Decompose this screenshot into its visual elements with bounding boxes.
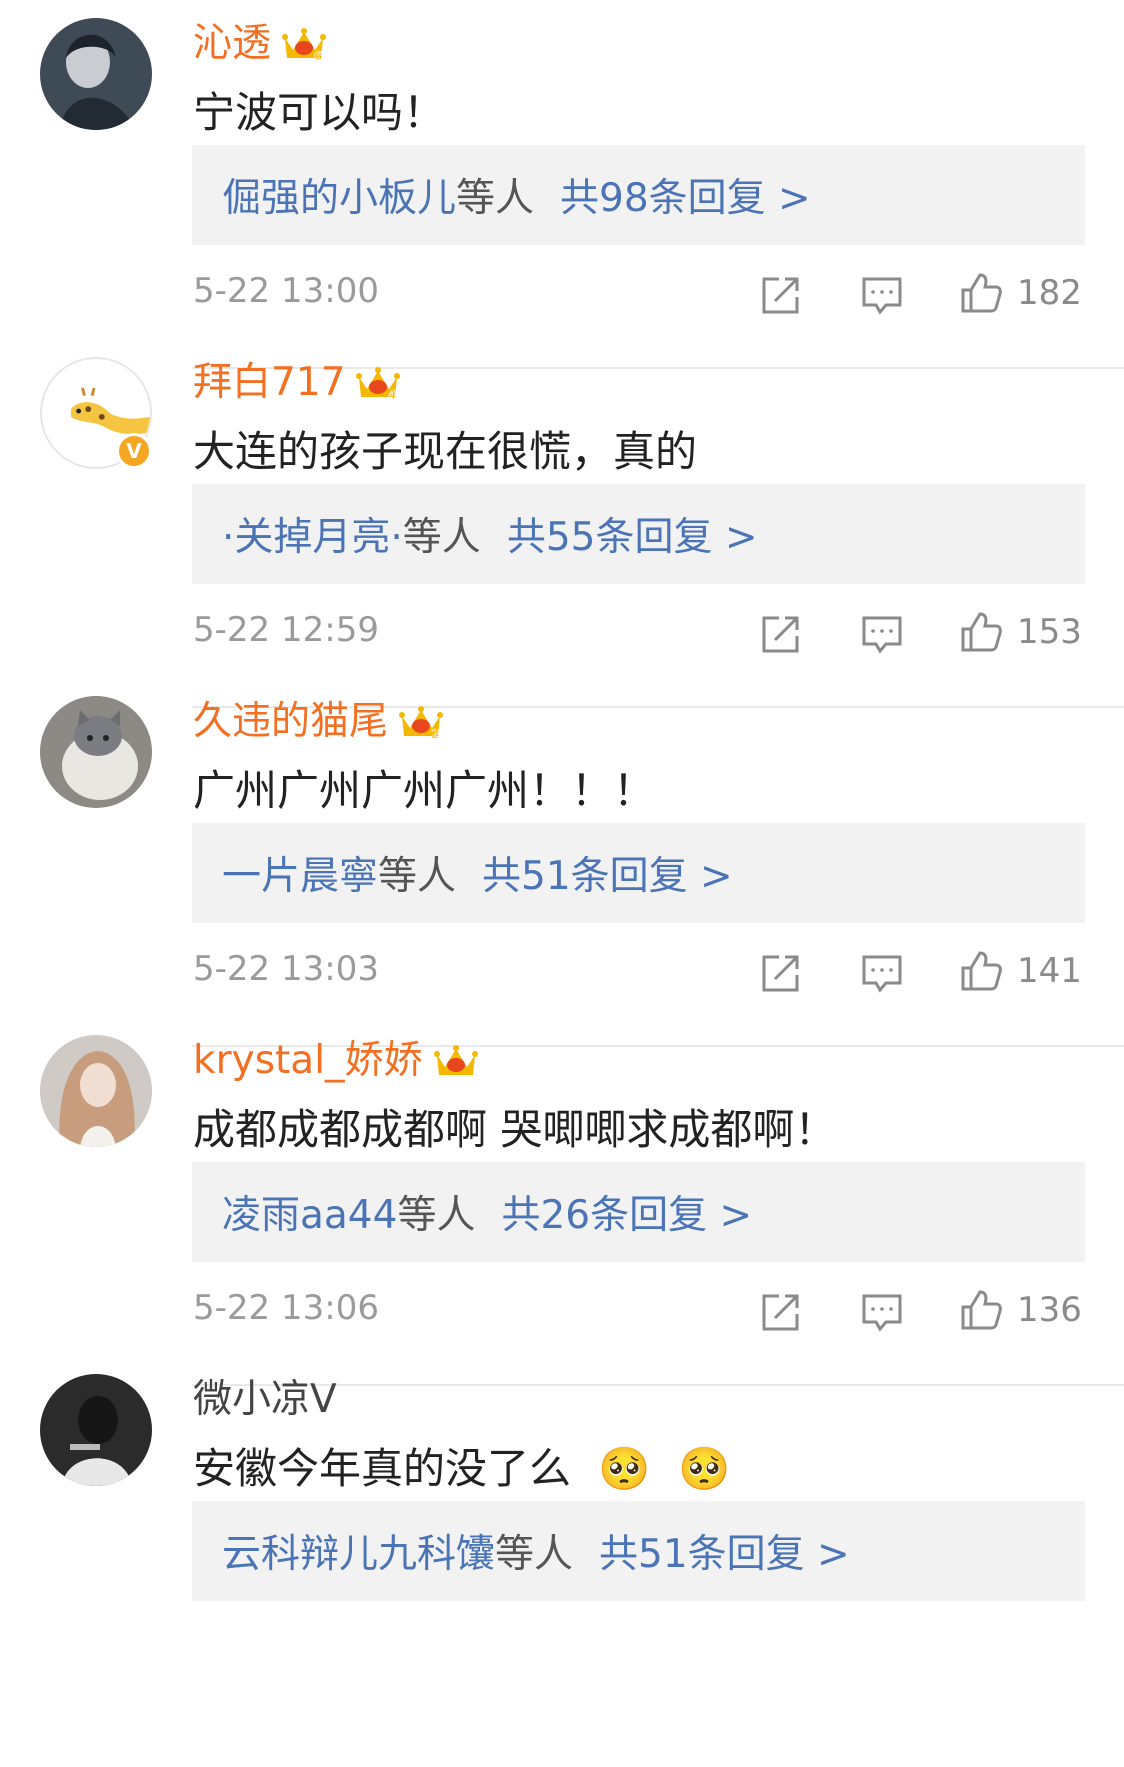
user-avatar[interactable] (40, 18, 152, 130)
username-row: 沁透 6 (193, 20, 327, 68)
thumbs-up-icon (961, 273, 1002, 313)
reply-suffix: 等人 (495, 1532, 574, 1577)
reply-preview[interactable]: 云科辩儿九科馕 等人 共51条回复 > (192, 1501, 1085, 1601)
reply-preview[interactable]: ·关掉月亮· 等人 共55条回复 > (192, 484, 1085, 584)
verified-badge: V (116, 433, 152, 469)
timestamp: 5-22 13:03 (193, 949, 379, 989)
username[interactable]: krystal_娇娇 (193, 1037, 423, 1085)
crown-level: 2 (431, 727, 439, 741)
comment-text: 安徽今年真的没了么 🥺 🥺 (193, 1441, 730, 1497)
comment-text: 广州广州广州广州！！！ (193, 766, 656, 815)
comment-item: 微小凉V 安徽今年真的没了么 🥺 🥺 云科辩儿九科馕 等人 共51条回复 > (0, 1356, 1124, 1738)
reply-users[interactable]: 云科辩儿九科馕 (222, 1523, 495, 1579)
reply-suffix: 等人 (402, 515, 481, 560)
user-avatar[interactable] (40, 1374, 152, 1486)
forward-icon[interactable] (759, 1290, 803, 1334)
user-avatar[interactable] (40, 1035, 152, 1147)
username-row: 微小凉V (193, 1376, 337, 1424)
reply-users[interactable]: 一片晨寧 (222, 845, 378, 901)
reply-count-link[interactable]: 共51条回复 > (482, 845, 733, 901)
reply-preview[interactable]: 倔强的小板儿 等人 共98条回复 > (192, 145, 1085, 245)
reply-preview[interactable]: 一片晨寧 等人 共51条回复 > (192, 823, 1085, 923)
comment-footer: 5-22 12:59 153 (193, 602, 1085, 662)
crown-level: 6 (314, 49, 322, 63)
emoji-2: 🥺 (678, 1444, 731, 1493)
comment-text: 成都成都成都啊 哭唧唧求成都啊！ (193, 1105, 837, 1154)
timestamp: 5-22 13:06 (193, 1288, 379, 1328)
like-count: 141 (1017, 951, 1082, 991)
comment-footer: 5-22 13:03 141 (193, 941, 1085, 1001)
like-button[interactable]: 153 (959, 610, 1082, 654)
reply-suffix: 等人 (397, 1193, 476, 1238)
comment-item: V 拜白717 4 大连的孩子现在很慌，真的 ·关掉月亮· 等人 共55条回复 > … (0, 339, 1124, 721)
comment-item: 沁透 6 宁波可以吗！ 倔强的小板儿 等人 共98条回复 > 5-22 13:00 … (0, 0, 1124, 382)
comment-icon[interactable] (860, 612, 904, 656)
comment-icon[interactable] (860, 273, 904, 317)
username[interactable]: 沁透 (193, 20, 271, 68)
username-row: 拜白717 4 (193, 359, 401, 407)
reply-preview[interactable]: 凌雨aa44 等人 共26条回复 > (192, 1162, 1085, 1262)
thumbs-up-icon (961, 1290, 1002, 1330)
emoji-1: 🥺 (598, 1444, 651, 1493)
username[interactable]: 久违的猫尾 (193, 698, 388, 746)
reply-suffix: 等人 (378, 854, 457, 899)
reply-users[interactable]: ·关掉月亮· (222, 506, 403, 562)
comment-icon[interactable] (860, 1290, 904, 1334)
crown-icon: 4 (356, 367, 401, 402)
comment-text-body: 安徽今年真的没了么 (193, 1444, 572, 1493)
comment-text: 宁波可以吗！ (193, 88, 446, 137)
username[interactable]: 微小凉V (193, 1376, 337, 1424)
reply-users[interactable]: 凌雨aa44 (222, 1184, 397, 1240)
reply-count-link[interactable]: 共51条回复 > (599, 1523, 850, 1579)
username[interactable]: 拜白717 (193, 359, 345, 407)
forward-icon[interactable] (759, 273, 803, 317)
comment-icon[interactable] (860, 951, 904, 995)
comment-footer: 5-22 13:06 136 (193, 1280, 1085, 1340)
like-count: 153 (1017, 612, 1082, 652)
comment-item: 久违的猫尾 2 广州广州广州广州！！！ 一片晨寧 等人 共51条回复 > 5-22 … (0, 678, 1124, 1060)
user-avatar[interactable] (40, 696, 152, 808)
reply-count-link[interactable]: 共98条回复 > (560, 167, 811, 223)
reply-count-link[interactable]: 共26条回复 > (501, 1184, 752, 1240)
like-count: 136 (1017, 1290, 1082, 1330)
timestamp: 5-22 13:00 (193, 271, 379, 311)
username-row: 久违的猫尾 2 (193, 698, 444, 746)
thumbs-up-icon (961, 951, 1002, 991)
reply-suffix: 等人 (456, 176, 535, 221)
reply-count-link[interactable]: 共55条回复 > (507, 506, 758, 562)
crown-icon (433, 1045, 478, 1075)
like-count: 182 (1017, 273, 1082, 313)
like-button[interactable]: 136 (959, 1288, 1082, 1332)
comment-footer: 5-22 13:00 182 (193, 263, 1085, 323)
comment-item: krystal_娇娇 成都成都成都啊 哭唧唧求成都啊！ 凌雨aa44 等人 共26条… (0, 1017, 1124, 1399)
like-button[interactable]: 182 (959, 271, 1082, 315)
crown-icon: 6 (282, 28, 327, 63)
thumbs-up-icon (961, 612, 1002, 652)
comment-text: 大连的孩子现在很慌，真的 (193, 427, 698, 476)
like-button[interactable]: 141 (959, 949, 1082, 993)
crown-icon: 2 (399, 706, 444, 741)
crown-level: 4 (388, 388, 396, 402)
forward-icon[interactable] (759, 951, 803, 995)
reply-users[interactable]: 倔强的小板儿 (222, 167, 456, 223)
username-row: krystal_娇娇 (193, 1037, 479, 1085)
forward-icon[interactable] (759, 612, 803, 656)
timestamp: 5-22 12:59 (193, 610, 379, 650)
